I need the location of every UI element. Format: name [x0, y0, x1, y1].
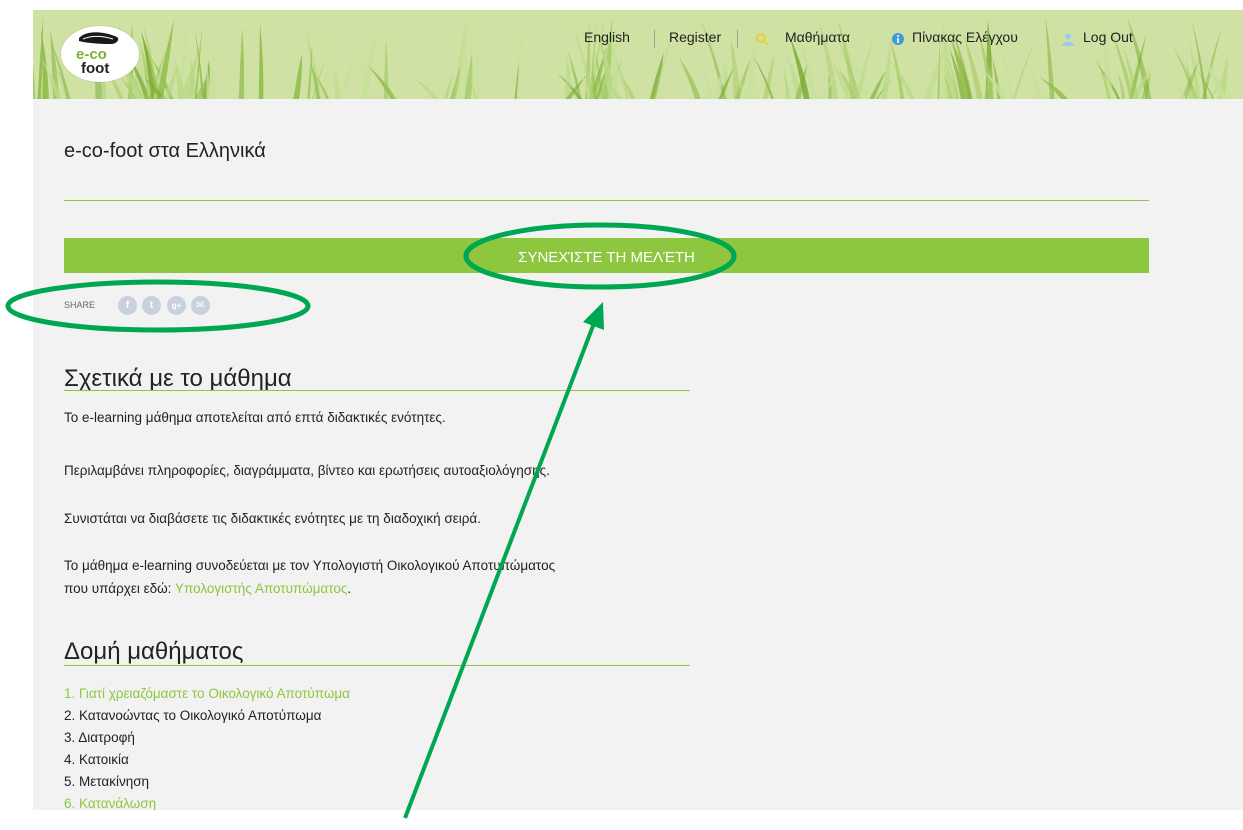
nav-logout[interactable]: Log Out — [1083, 29, 1133, 45]
site-header: e-co foot English Register Μαθήματα Πίνα… — [33, 10, 1243, 99]
nav-divider — [654, 30, 655, 48]
about-text: που υπάρχει εδώ: — [64, 581, 175, 596]
grass-blade — [360, 29, 377, 99]
about-text: . — [347, 581, 352, 596]
about-paragraph: Περιλαμβάνει πληροφορίες, διαγράμματα, β… — [64, 463, 550, 478]
user-icon — [1062, 33, 1074, 46]
list-item[interactable]: 1. Γιατί χρειαζόμαστε το Οικολογικό Αποτ… — [64, 686, 350, 701]
grass-blade — [37, 15, 44, 99]
grass-blade — [696, 47, 714, 99]
grass-blade — [783, 62, 789, 99]
grass-blade — [1174, 78, 1187, 99]
list-item[interactable]: 5. Μετακίνηση — [64, 774, 149, 789]
footprint-calculator-link[interactable]: Υπολογιστής Αποτυπώματος — [175, 581, 347, 596]
grass-blade — [412, 77, 439, 99]
continue-study-button[interactable]: ΣΥΝΕΧΊΣΤΕ ΤΗ ΜΕΛΈΤΗ — [64, 238, 1149, 273]
list-item[interactable]: 2. Κατανοώντας το Οικολογικό Αποτύπωμα — [64, 708, 321, 723]
grass-blade — [334, 69, 341, 99]
about-paragraph: Το μάθημα e-learning συνοδεύεται με τον … — [64, 558, 556, 573]
grass-blade — [367, 65, 397, 99]
site-logo[interactable]: e-co foot — [61, 26, 139, 82]
grass-blade — [258, 23, 264, 99]
grass-blade — [881, 42, 891, 99]
nav-dashboard[interactable]: Πίνακας Ελέγχου — [912, 29, 1018, 45]
about-paragraph: Το e-learning μάθημα αποτελείται από επτ… — [64, 410, 446, 425]
list-item[interactable]: 6. Κατανάλωση — [64, 796, 156, 810]
grass-blade — [476, 25, 479, 99]
grass-blade — [512, 22, 524, 99]
email-icon[interactable]: ✉ — [191, 296, 210, 315]
grass-blade — [293, 53, 302, 99]
grass-blade — [238, 27, 245, 99]
about-paragraph: που υπάρχει εδώ: Υπολογιστής Αποτυπώματο… — [64, 579, 351, 599]
nav-english[interactable]: English — [584, 29, 630, 45]
search-icon — [756, 33, 769, 46]
about-paragraph: Συνιστάται να διαβάσετε τις διδακτικές ε… — [64, 511, 481, 526]
info-icon — [892, 33, 904, 45]
page: e-co foot English Register Μαθήματα Πίνα… — [33, 10, 1243, 810]
share-label: SHARE — [64, 300, 96, 310]
nav-courses[interactable]: Μαθήματα — [785, 29, 850, 45]
about-course-title: Σχετικά με το μάθημα — [64, 365, 292, 392]
grass-banner — [33, 15, 1228, 99]
grass-blade — [1012, 42, 1034, 99]
grass-blade — [678, 57, 701, 99]
grass-blade — [338, 40, 361, 99]
google-plus-icon[interactable]: g+ — [167, 296, 186, 315]
nav-divider — [737, 30, 738, 48]
title-divider — [64, 200, 1149, 201]
logo-text-bottom: foot — [81, 60, 110, 77]
grass-blade — [1030, 67, 1042, 99]
course-structure-title: Δομή μαθήματος — [64, 638, 244, 665]
list-item[interactable]: 3. Διατροφή — [64, 730, 135, 745]
structure-divider — [64, 665, 690, 666]
page-title: e-co-foot στα Ελληνικά — [64, 140, 266, 162]
grass-blade — [33, 63, 36, 99]
list-item[interactable]: 4. Κατοικία — [64, 752, 129, 767]
about-divider — [64, 390, 690, 391]
grass-blade — [889, 37, 905, 99]
facebook-icon[interactable]: f — [118, 296, 137, 315]
nav-register[interactable]: Register — [669, 29, 721, 45]
twitter-icon[interactable]: t — [142, 296, 161, 315]
grass-blade — [210, 41, 216, 99]
